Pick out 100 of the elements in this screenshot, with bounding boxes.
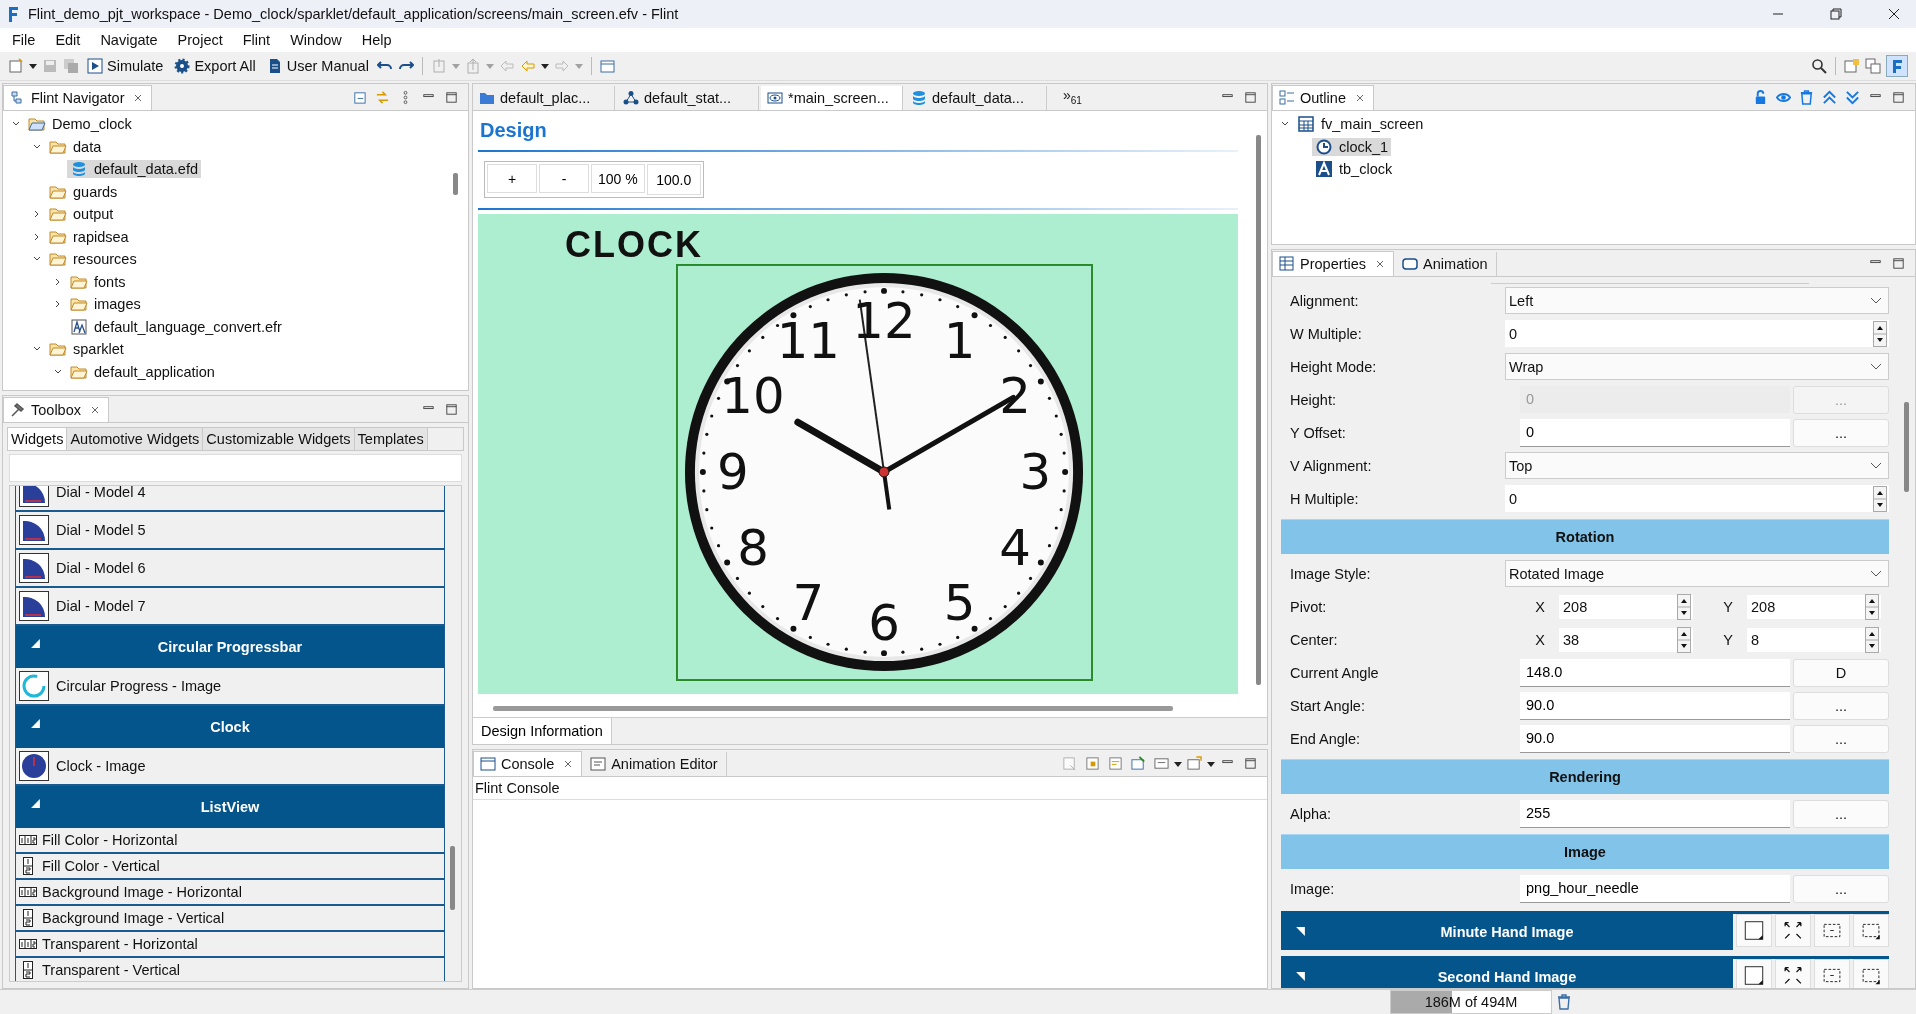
menu-item[interactable]: File bbox=[4, 30, 44, 50]
number-field[interactable]: 0 bbox=[1505, 485, 1889, 512]
dropdown[interactable]: Left bbox=[1505, 287, 1889, 314]
editor-tab[interactable]: *main_screen... bbox=[761, 86, 903, 110]
dropdown-caret-icon[interactable] bbox=[1174, 760, 1182, 768]
search-field[interactable] bbox=[9, 454, 462, 482]
tree-item[interactable]: fv_main_screen bbox=[1294, 115, 1427, 134]
widget-tab[interactable]: Widgets bbox=[8, 428, 68, 450]
perspective-icon[interactable] bbox=[1865, 58, 1881, 74]
scrollbar[interactable] bbox=[453, 173, 458, 195]
tree-item[interactable]: output bbox=[46, 205, 117, 224]
dropdown-caret-icon[interactable] bbox=[29, 62, 37, 70]
browse-button[interactable]: D bbox=[1793, 658, 1889, 687]
text-field[interactable]: 90.0 bbox=[1520, 691, 1790, 720]
category-header[interactable]: Clock bbox=[16, 706, 444, 748]
expand-triangle-icon[interactable] bbox=[1295, 926, 1306, 937]
menu-item[interactable]: Flint bbox=[234, 30, 279, 50]
resize-frame-icon[interactable] bbox=[1814, 959, 1850, 988]
category-header[interactable]: ListView bbox=[16, 786, 444, 828]
more-tabs-button[interactable]: »$_{61}$ bbox=[1049, 87, 1088, 110]
scrollbar[interactable] bbox=[493, 706, 1173, 711]
maximize-icon[interactable] bbox=[1891, 256, 1906, 271]
editor-page-tab[interactable]: Design Information bbox=[473, 718, 612, 744]
dropdown[interactable]: Rotated Image bbox=[1505, 560, 1889, 587]
resize-frame-icon[interactable] bbox=[1853, 914, 1889, 947]
widget-tab[interactable]: Automotive Widgets bbox=[67, 428, 204, 450]
scrollbar[interactable] bbox=[1904, 402, 1909, 492]
image-box-icon[interactable] bbox=[1736, 914, 1772, 947]
expand-triangle-icon[interactable] bbox=[30, 798, 41, 809]
tree-item[interactable]: rapidsea bbox=[46, 227, 132, 246]
toolbar-button[interactable]: User Manual bbox=[263, 56, 372, 76]
expand-triangle-icon[interactable] bbox=[1295, 971, 1306, 982]
toolbar-button[interactable]: Export All bbox=[171, 56, 259, 76]
lock-icon[interactable] bbox=[1753, 90, 1768, 105]
restore-icon[interactable] bbox=[1830, 8, 1842, 20]
maximize-icon[interactable] bbox=[444, 90, 459, 105]
zoom-button[interactable]: 100 % bbox=[591, 164, 645, 193]
browse-button[interactable]: ... bbox=[1793, 418, 1889, 447]
browse-button[interactable]: ... bbox=[1793, 874, 1889, 903]
number-field[interactable]: 38 bbox=[1559, 627, 1693, 652]
window-icon[interactable] bbox=[599, 58, 616, 74]
resize-frame-icon[interactable] bbox=[1814, 914, 1850, 947]
tree-item[interactable]: resources bbox=[46, 250, 140, 269]
zoom-field[interactable]: 100.0 bbox=[646, 164, 701, 195]
widget-tab[interactable]: Templates bbox=[354, 428, 428, 450]
tree-item[interactable]: images bbox=[67, 295, 144, 314]
resize-frame-icon[interactable] bbox=[1853, 959, 1889, 988]
expand-triangle-icon[interactable] bbox=[30, 718, 41, 729]
expand-arrows-icon[interactable] bbox=[1775, 914, 1811, 947]
tree-item[interactable]: data bbox=[46, 137, 105, 156]
app-logo-icon[interactable] bbox=[1886, 55, 1908, 77]
widget-tab[interactable]: Customizable Widgets bbox=[203, 428, 355, 450]
image-box-icon[interactable] bbox=[1736, 959, 1772, 988]
spinner-arrows-icon[interactable] bbox=[1865, 593, 1879, 620]
tree-item[interactable]: Demo_clock bbox=[25, 115, 135, 134]
widget-item[interactable]: Dial - Model 4 bbox=[16, 486, 444, 512]
browse-button[interactable]: ... bbox=[1793, 799, 1889, 828]
group-header[interactable]: Second Hand Image bbox=[1281, 959, 1733, 988]
number-field[interactable]: 208 bbox=[1747, 594, 1881, 619]
number-field[interactable]: 0 bbox=[1505, 320, 1889, 347]
move-down-icon[interactable] bbox=[1845, 90, 1860, 105]
menu-item[interactable]: Window bbox=[282, 30, 350, 50]
widget-item[interactable]: Dial - Model 7 bbox=[16, 588, 444, 626]
text-field[interactable]: 255 bbox=[1520, 799, 1790, 828]
expand-triangle-icon[interactable] bbox=[30, 638, 41, 649]
scrollbar[interactable] bbox=[450, 846, 455, 910]
close-icon[interactable] bbox=[1888, 8, 1900, 20]
panel-tab[interactable]: Flint Navigator bbox=[3, 85, 153, 110]
spinner-arrows-icon[interactable] bbox=[1865, 626, 1879, 653]
tree-item[interactable]: tb_clock bbox=[1312, 160, 1396, 179]
scrollbar[interactable] bbox=[1256, 135, 1261, 685]
maximize-icon[interactable] bbox=[1243, 756, 1258, 771]
widget-item[interactable]: Fill Color - Vertical bbox=[16, 854, 444, 880]
expand-arrows-icon[interactable] bbox=[1775, 959, 1811, 988]
zoom-button[interactable]: - bbox=[539, 164, 589, 193]
tree-item[interactable]: default_data.efd bbox=[67, 160, 201, 179]
dropdown-caret-icon[interactable] bbox=[540, 62, 549, 70]
maximize-icon[interactable] bbox=[444, 402, 459, 417]
tree-item[interactable]: sparklet bbox=[46, 340, 127, 359]
text-field[interactable]: 0 bbox=[1520, 418, 1790, 447]
new-console-icon[interactable] bbox=[1187, 756, 1202, 771]
group-header[interactable]: Minute Hand Image bbox=[1281, 914, 1733, 950]
category-header[interactable]: Circular Progressbar bbox=[16, 626, 444, 668]
text-field[interactable]: 148.0 bbox=[1520, 658, 1790, 687]
number-field[interactable]: 8 bbox=[1747, 627, 1881, 652]
toolbar-button[interactable]: Simulate bbox=[84, 56, 167, 76]
widget-item[interactable]: Dial - Model 5 bbox=[16, 512, 444, 550]
eye-icon[interactable] bbox=[1776, 90, 1791, 105]
browse-button[interactable]: ... bbox=[1793, 691, 1889, 720]
tree-item[interactable]: clock_1 bbox=[1312, 137, 1392, 156]
widget-item[interactable]: Dial - Model 6 bbox=[16, 550, 444, 588]
text-field[interactable]: png_hour_needle bbox=[1520, 874, 1790, 903]
panel-tab[interactable]: Outline bbox=[1272, 85, 1374, 110]
spinner-arrows-icon[interactable] bbox=[1873, 320, 1887, 347]
dropdown[interactable]: Wrap bbox=[1505, 353, 1889, 380]
dropdown[interactable]: Top bbox=[1505, 452, 1889, 479]
spinner-arrows-icon[interactable] bbox=[1873, 485, 1887, 512]
spinner-arrows-icon[interactable] bbox=[1677, 593, 1691, 620]
widget-item[interactable]: Circular Progress - Image bbox=[16, 668, 444, 706]
move-up-icon[interactable] bbox=[1822, 90, 1837, 105]
